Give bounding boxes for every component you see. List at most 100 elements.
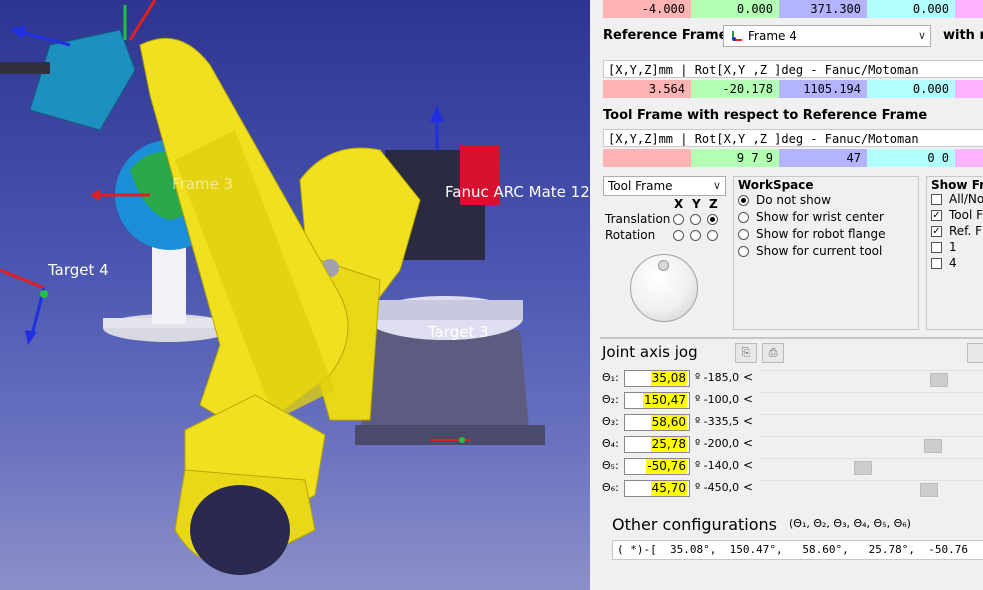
ref-value-rx[interactable]: 0.000 bbox=[867, 80, 955, 98]
axis-x-label: X bbox=[674, 197, 684, 211]
top-value-rx: 0.000 bbox=[867, 0, 955, 18]
joint-slider-1[interactable] bbox=[760, 370, 983, 387]
joint-label-4: Θ₄: bbox=[602, 437, 619, 450]
dial-knob-icon bbox=[658, 260, 669, 271]
workspace-option-3[interactable]: Show for current tool bbox=[756, 244, 882, 258]
rotation-z-radio[interactable] bbox=[707, 230, 718, 241]
top-value-z: 371.300 bbox=[779, 0, 867, 18]
chevron-left-icon[interactable]: < bbox=[743, 458, 753, 472]
chevron-left-icon[interactable]: < bbox=[743, 414, 753, 428]
translation-z-radio[interactable] bbox=[707, 214, 718, 225]
tool-value-z[interactable]: 47 bbox=[779, 149, 867, 167]
target4-label: Target 4 bbox=[48, 261, 109, 279]
chevron-left-icon[interactable]: < bbox=[743, 392, 753, 406]
joint-value-3: 58,60 bbox=[650, 415, 687, 430]
workspace-option-0[interactable]: Do not show bbox=[756, 193, 831, 207]
chevron-down-icon: ∨ bbox=[917, 29, 926, 42]
translation-x-radio[interactable] bbox=[673, 214, 684, 225]
joint-value-input-4[interactable]: 25,78 bbox=[624, 436, 690, 453]
tool-value-ry[interactable] bbox=[955, 149, 983, 167]
show-frames-title: Show Fr bbox=[931, 178, 983, 192]
rotation-y-radio[interactable] bbox=[690, 230, 701, 241]
ref-value-ry[interactable] bbox=[955, 80, 983, 98]
joint-value-4: 25,78 bbox=[650, 437, 687, 452]
joint-slider-5[interactable] bbox=[760, 458, 983, 475]
joint-value-1: 35,08 bbox=[650, 371, 687, 386]
translation-y-radio[interactable] bbox=[690, 214, 701, 225]
workspace-option-2[interactable]: Show for robot flange bbox=[756, 227, 886, 241]
joint-min-3: º -335,5 bbox=[695, 415, 740, 428]
jog-frame-value: Tool Frame bbox=[608, 179, 673, 193]
show-ref-label: Ref. F bbox=[949, 224, 983, 238]
joint-row-3: Θ₃: 58,60 º -335,5 < bbox=[600, 412, 983, 432]
joint-row-6: Θ₆: 45,70 º -450,0 < bbox=[600, 478, 983, 498]
config-list[interactable]: ( *)-[ 35.08°, 150.47°, 58.60°, 25.78°, … bbox=[612, 540, 983, 560]
joint-value-input-1[interactable]: 35,08 bbox=[624, 370, 690, 387]
joint-slider-2[interactable] bbox=[760, 392, 983, 409]
workspace-option-1[interactable]: Show for wrist center bbox=[756, 210, 884, 224]
tool-value-y[interactable]: 9 7 9 bbox=[691, 149, 779, 167]
paste-icon[interactable]: ⎙ bbox=[762, 343, 784, 363]
axis-y-label: Y bbox=[692, 197, 701, 211]
top-value-y: 0.000 bbox=[691, 0, 779, 18]
show-ref-checkbox[interactable]: ✓ bbox=[931, 226, 942, 237]
workspace-radio-0[interactable] bbox=[738, 195, 749, 206]
ref-value-y[interactable]: -20.178 bbox=[691, 80, 779, 98]
tool-frame-label: Tool Frame with respect to Reference Fra… bbox=[603, 108, 928, 123]
show-frame1-label: 1 bbox=[949, 240, 957, 254]
tool-value-rx[interactable]: 0 0 bbox=[867, 149, 955, 167]
slider-thumb[interactable] bbox=[920, 483, 938, 497]
divider bbox=[600, 337, 983, 339]
jog-frame-select[interactable]: Tool Frame ∨ bbox=[603, 176, 726, 196]
3d-viewport[interactable]: Frame 3 Target 4 Fanuc ARC Mate 12 Targe… bbox=[0, 0, 590, 590]
workspace-radio-3[interactable] bbox=[738, 246, 749, 257]
joint-min-4: º -200,0 bbox=[695, 437, 740, 450]
joint-value-input-5[interactable]: -50,76 bbox=[624, 458, 690, 475]
reference-frame-label: Reference Frame bbox=[603, 28, 728, 43]
slider-thumb[interactable] bbox=[854, 461, 872, 475]
show-all-checkbox[interactable] bbox=[931, 194, 942, 205]
joint-slider-6[interactable] bbox=[760, 480, 983, 497]
joint-value-5: -50,76 bbox=[646, 459, 687, 474]
joint-label-3: Θ₃: bbox=[602, 415, 619, 428]
robot-scene[interactable] bbox=[0, 0, 590, 590]
reference-frame-select[interactable]: Frame 4 ∨ bbox=[723, 25, 931, 47]
rotation-x-radio[interactable] bbox=[673, 230, 684, 241]
chevron-left-icon[interactable]: < bbox=[743, 480, 753, 494]
joint-row-1: Θ₁: 35,08 º -185,0 < bbox=[600, 368, 983, 388]
joint-min-1: º -185,0 bbox=[695, 371, 740, 384]
joint-row-4: Θ₄: 25,78 º -200,0 < bbox=[600, 434, 983, 454]
workspace-radio-1[interactable] bbox=[738, 212, 749, 223]
top-value-x: -4.000 bbox=[603, 0, 691, 18]
show-tool-checkbox[interactable]: ✓ bbox=[931, 210, 942, 221]
frame3-label: Frame 3 bbox=[172, 175, 234, 193]
chevron-left-icon[interactable]: < bbox=[743, 436, 753, 450]
config-row[interactable]: ( *)-[ 35.08°, 150.47°, 58.60°, 25.78°, … bbox=[617, 542, 968, 558]
ref-value-z[interactable]: 1105.194 bbox=[779, 80, 867, 98]
panel-button[interactable] bbox=[967, 343, 983, 363]
joint-label-6: Θ₆: bbox=[602, 481, 619, 494]
tool-value-x[interactable] bbox=[603, 149, 691, 167]
workspace-radio-2[interactable] bbox=[738, 229, 749, 240]
reference-frame-value: Frame 4 bbox=[748, 29, 797, 43]
rotation-label: Rotation bbox=[605, 228, 656, 242]
jog-dial[interactable] bbox=[630, 254, 698, 322]
copy-icon[interactable]: ⎘ bbox=[735, 343, 757, 363]
frame-icon bbox=[729, 29, 743, 43]
joint-value-input-2[interactable]: 150,47 bbox=[624, 392, 690, 409]
translation-label: Translation bbox=[605, 212, 671, 226]
reference-format-label: [X,Y,Z]mm | Rot[X,Y ,Z ]deg - Fanuc/Moto… bbox=[603, 60, 983, 78]
joint-slider-4[interactable] bbox=[760, 436, 983, 453]
slider-thumb[interactable] bbox=[924, 439, 942, 453]
chevron-down-icon: ∨ bbox=[712, 179, 721, 192]
chevron-left-icon[interactable]: < bbox=[743, 370, 753, 384]
slider-thumb[interactable] bbox=[930, 373, 948, 387]
show-frame1-checkbox[interactable] bbox=[931, 242, 942, 253]
joint-min-2: º -100,0 bbox=[695, 393, 740, 406]
joint-value-input-3[interactable]: 58,60 bbox=[624, 414, 690, 431]
joint-value-6: 45,70 bbox=[650, 481, 687, 496]
joint-slider-3[interactable] bbox=[760, 414, 983, 431]
ref-value-x[interactable]: 3.564 bbox=[603, 80, 691, 98]
show-frame4-checkbox[interactable] bbox=[931, 258, 942, 269]
joint-value-input-6[interactable]: 45,70 bbox=[624, 480, 690, 497]
